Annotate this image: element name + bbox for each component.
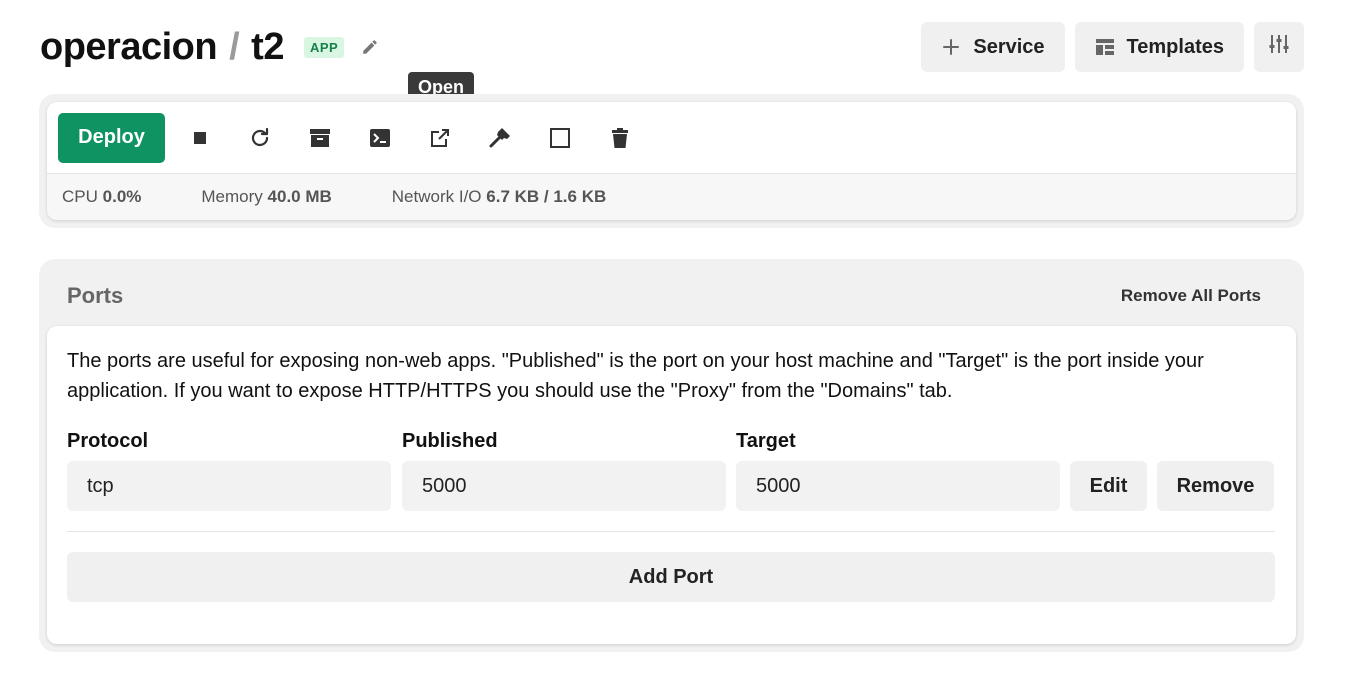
page-title: operacion / t2 [40,26,284,69]
plus-icon [941,37,961,57]
templates-button[interactable]: Templates [1074,22,1244,72]
title-separator: / [229,25,240,68]
divider [67,531,1275,532]
build-hammer-icon[interactable] [470,113,530,163]
network-label: Network I/O [391,187,482,206]
toolbar: Deploy [47,102,1296,173]
protocol-field[interactable]: tcp [67,461,391,511]
template-layout-icon [1095,37,1115,57]
remove-all-ports-button[interactable]: Remove All Ports [1121,286,1261,306]
pencil-icon[interactable] [360,37,380,57]
square-icon[interactable] [530,113,590,163]
ports-description: The ports are useful for exposing non-we… [67,350,1204,402]
memory-value: 40.0 MB [267,187,332,206]
add-port-button[interactable]: Add Port [67,552,1275,602]
network-value: 6.7 KB / 1.6 KB [486,187,607,206]
project-name[interactable]: operacion [40,26,218,69]
control-panel: Deploy CPU 0.0% Memory 40.0 MB Network I… [39,94,1304,228]
target-field[interactable]: 5000 [736,461,1060,511]
archive-icon[interactable] [290,113,350,163]
memory-label: Memory [201,187,263,206]
add-service-label: Service [973,35,1045,58]
add-service-button[interactable]: Service [921,22,1065,72]
ports-title: Ports [67,283,124,308]
trash-icon[interactable] [590,113,650,163]
published-field[interactable]: 5000 [402,461,726,511]
published-label: Published [402,430,498,452]
cpu-label: CPU [62,187,98,206]
ports-card: The ports are useful for exposing non-we… [47,326,1296,644]
resource-stats: CPU 0.0% Memory 40.0 MB Network I/O 6.7 … [47,173,1296,220]
stop-icon[interactable] [170,113,230,163]
network-stat: Network I/O 6.7 KB / 1.6 KB [392,187,606,207]
service-name: t2 [251,25,284,68]
ports-panel: Ports Remove All Ports The ports are use… [39,259,1304,652]
type-badge: APP [303,36,345,58]
settings-sliders-button[interactable] [1254,22,1304,72]
cpu-stat: CPU 0.0% [62,187,141,207]
sliders-icon [1268,33,1290,61]
open-external-icon[interactable] [410,113,470,163]
restart-icon[interactable] [230,113,290,163]
memory-stat: Memory 40.0 MB [201,187,331,207]
target-label: Target [736,430,796,452]
cpu-value: 0.0% [102,187,142,206]
terminal-icon[interactable] [350,113,410,163]
deploy-button[interactable]: Deploy [58,112,165,163]
page-header: operacion / t2 APP Service Templates [40,22,1304,72]
templates-label: Templates [1126,35,1224,58]
control-card: Deploy CPU 0.0% Memory 40.0 MB Network I… [47,102,1296,220]
edit-port-button[interactable]: Edit [1070,461,1147,511]
remove-port-button[interactable]: Remove [1157,461,1274,511]
protocol-label: Protocol [67,430,149,452]
